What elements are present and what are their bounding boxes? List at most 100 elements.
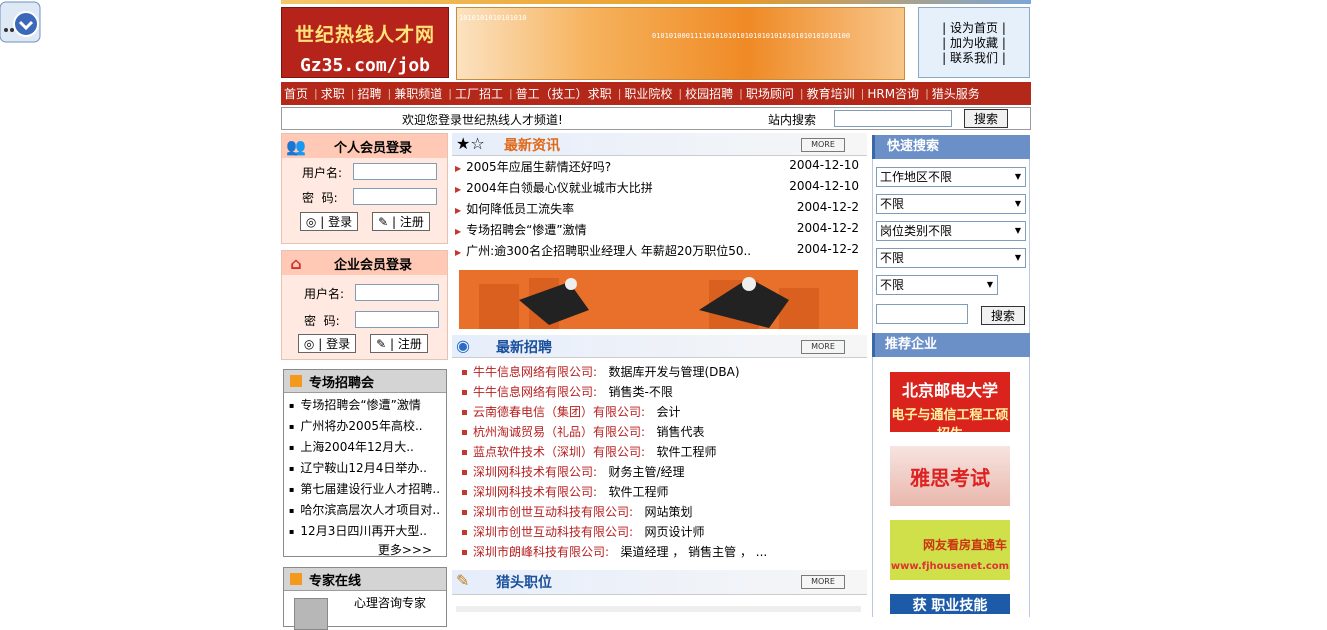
personal-username-input[interactable]	[353, 163, 437, 180]
job-position[interactable]: 销售代表	[657, 425, 705, 439]
news-date: 2004-12-2	[796, 242, 859, 256]
job-item[interactable]: 云南德春电信（集团）有限公司: 会计	[462, 403, 862, 420]
middle-ad-banner[interactable]	[459, 270, 858, 329]
job-company[interactable]: 牛牛信息网络有限公司:	[473, 365, 597, 379]
company-username-input[interactable]	[355, 284, 439, 301]
add-favorite-link[interactable]: | 加为收藏 |	[919, 36, 1029, 51]
list-item[interactable]: 第七届建设行业人才招聘..	[284, 479, 446, 500]
job-company[interactable]: 深圳市创世互动科技有限公司:	[473, 505, 633, 519]
job-item[interactable]: 深圳市创世互动科技有限公司: 网页设计师	[462, 523, 862, 540]
news-item[interactable]: ▶ 专场招聘会“惨遭”激情 2004-12-2	[455, 221, 865, 238]
nav-item-headhunter[interactable]: 猎头服务	[929, 85, 986, 102]
nav-item-factory[interactable]: 工厂招工	[452, 85, 509, 102]
news-title[interactable]: 广州:逾300名企招聘职业经理人 年薪超20万职位50..	[466, 244, 751, 258]
nav-item-job-seek[interactable]: 求职	[318, 85, 351, 102]
company-password-input[interactable]	[355, 311, 439, 328]
job-position[interactable]: 销售类-不限	[609, 385, 673, 399]
company-register-button[interactable]: ✎ | 注册	[370, 334, 428, 353]
job-position[interactable]: 软件工程师	[609, 485, 669, 499]
job-item[interactable]: 牛牛信息网络有限公司: 销售类-不限	[462, 383, 862, 400]
news-title[interactable]: 2005年应届生薪情还好吗?	[466, 160, 611, 174]
region-select[interactable]: 工作地区不限	[876, 167, 1026, 187]
ad-bupt[interactable]: 北京邮电大学 电子与通信工程工硕招生	[890, 372, 1010, 432]
list-item[interactable]: 广州将办2005年高校..	[284, 416, 446, 437]
job-item[interactable]: 深圳市朗峰科技有限公司: 渠道经理 ， 销售主管 ， ...	[462, 543, 862, 560]
subregion-select[interactable]: 不限	[876, 194, 1026, 214]
arrow-icon: ▶	[455, 164, 462, 173]
latest-news-more-button[interactable]: MORE	[801, 138, 845, 152]
list-item[interactable]: 专场招聘会“惨遭”激情	[284, 395, 446, 416]
nav-item-campus[interactable]: 校园招聘	[682, 85, 739, 102]
news-item[interactable]: ▶ 2004年白领最心仪就业城市大比拼 2004-12-10	[455, 179, 865, 196]
personal-register-button[interactable]: ✎ | 注册	[372, 212, 430, 231]
job-item[interactable]: 深圳网科技术有限公司: 软件工程师	[462, 483, 862, 500]
job-position[interactable]: 会计	[657, 405, 681, 419]
news-item[interactable]: ▶ 如何降低员工流失率 2004-12-2	[455, 200, 865, 217]
arrow-icon: ▶	[455, 227, 462, 236]
ad-skills[interactable]: 获 职业技能	[890, 594, 1010, 614]
job-position[interactable]: 渠道经理 ， 销售主管 ， ...	[621, 545, 768, 559]
personal-password-input[interactable]	[353, 188, 437, 205]
ad-ielts[interactable]: 雅思考试	[890, 446, 1010, 506]
company-login-button[interactable]: ◎ | 登录	[298, 334, 356, 353]
list-item[interactable]: 哈尔滨高层次人才项目对..	[284, 500, 446, 521]
list-item[interactable]: 辽宁鞍山12月4日举办..	[284, 458, 446, 479]
job-category-select[interactable]: 岗位类别不限	[876, 221, 1026, 241]
ad-fjhousenet[interactable]: 网友看房直通车 www.fjhousenet.com	[890, 520, 1010, 580]
job-fair-more-link[interactable]: 更多>>>	[284, 542, 446, 560]
headhunter-more-button[interactable]: MORE	[801, 575, 845, 589]
job-item[interactable]: 深圳网科技术有限公司: 财务主管/经理	[462, 463, 862, 480]
nav-item-parttime[interactable]: 兼职频道	[391, 85, 448, 102]
quick-search-button[interactable]: 搜索	[981, 306, 1025, 325]
job-company[interactable]: 云南德春电信（集团）有限公司:	[473, 405, 645, 419]
job-company[interactable]: 杭州淘诚贸易（礼品）有限公司:	[473, 425, 645, 439]
bullet-icon	[462, 470, 467, 475]
job-subcategory-select[interactable]: 不限	[876, 248, 1026, 268]
nav-item-advisor[interactable]: 职场顾问	[743, 85, 800, 102]
bullet-icon	[462, 430, 467, 435]
job-position[interactable]: 数据库开发与管理(DBA)	[609, 365, 740, 379]
set-homepage-link[interactable]: | 设为首页 |	[919, 21, 1029, 36]
job-item[interactable]: 牛牛信息网络有限公司: 数据库开发与管理(DBA)	[462, 363, 862, 380]
site-logo[interactable]: 世纪热线人才网 Gz35.com/job	[281, 7, 449, 78]
job-company[interactable]: 蓝点软件技术（深圳）有限公司:	[473, 445, 645, 459]
extra-select[interactable]: 不限	[876, 275, 998, 295]
contact-us-link[interactable]: | 联系我们 |	[919, 51, 1029, 66]
job-company[interactable]: 深圳网科技术有限公司:	[473, 485, 597, 499]
news-title[interactable]: 如何降低员工流失率	[466, 202, 574, 216]
nav-item-vocational[interactable]: 职业院校	[621, 85, 678, 102]
job-position[interactable]: 财务主管/经理	[609, 465, 685, 479]
job-item[interactable]: 杭州淘诚贸易（礼品）有限公司: 销售代表	[462, 423, 862, 440]
job-item[interactable]: 蓝点软件技术（深圳）有限公司: 软件工程师	[462, 443, 862, 460]
nav-item-recruit[interactable]: 招聘	[354, 85, 387, 102]
job-item[interactable]: 深圳市创世互动科技有限公司: 网站策划	[462, 503, 862, 520]
site-search-input[interactable]	[834, 110, 952, 127]
job-company[interactable]: 深圳市创世互动科技有限公司:	[473, 525, 633, 539]
ad-line: 获 职业技能	[912, 598, 988, 614]
latest-jobs-more-button[interactable]: MORE	[801, 340, 845, 354]
floating-widget-icon[interactable]	[0, 0, 44, 44]
job-position[interactable]: 网站策划	[645, 505, 693, 519]
top-banner[interactable]: 1010101010101010 01010100011110101010101…	[456, 7, 905, 80]
news-title[interactable]: 2004年白领最心仪就业城市大比拼	[466, 181, 653, 195]
nav-item-hrm[interactable]: HRM咨询	[864, 85, 925, 102]
nav-item-training[interactable]: 教育培训	[804, 85, 861, 102]
personal-login-button[interactable]: ◎ | 登录	[300, 212, 358, 231]
job-position[interactable]: 软件工程师	[657, 445, 717, 459]
news-item[interactable]: ▶ 广州:逾300名企招聘职业经理人 年薪超20万职位50.. 2004-12-2	[455, 242, 865, 259]
job-company[interactable]: 深圳市朗峰科技有限公司:	[473, 545, 609, 559]
job-company[interactable]: 牛牛信息网络有限公司:	[473, 385, 597, 399]
job-position[interactable]: 网页设计师	[645, 525, 705, 539]
news-title[interactable]: 专场招聘会“惨遭”激情	[466, 223, 586, 237]
stars-icon: ★☆	[456, 134, 485, 153]
nav-item-home[interactable]: 首页	[281, 85, 314, 102]
list-item[interactable]: 12月3日四川再开大型..	[284, 521, 446, 542]
expert-name[interactable]: 心理咨询专家	[354, 594, 426, 611]
news-item[interactable]: ▶ 2005年应届生薪情还好吗? 2004-12-10	[455, 158, 865, 175]
expert-avatar[interactable]	[294, 598, 328, 630]
quick-search-input[interactable]	[876, 304, 968, 324]
nav-item-worker[interactable]: 普工（技工）求职	[513, 85, 618, 102]
site-search-button[interactable]: 搜索	[964, 109, 1008, 128]
list-item[interactable]: 上海2004年12月大..	[284, 437, 446, 458]
job-company[interactable]: 深圳网科技术有限公司:	[473, 465, 597, 479]
